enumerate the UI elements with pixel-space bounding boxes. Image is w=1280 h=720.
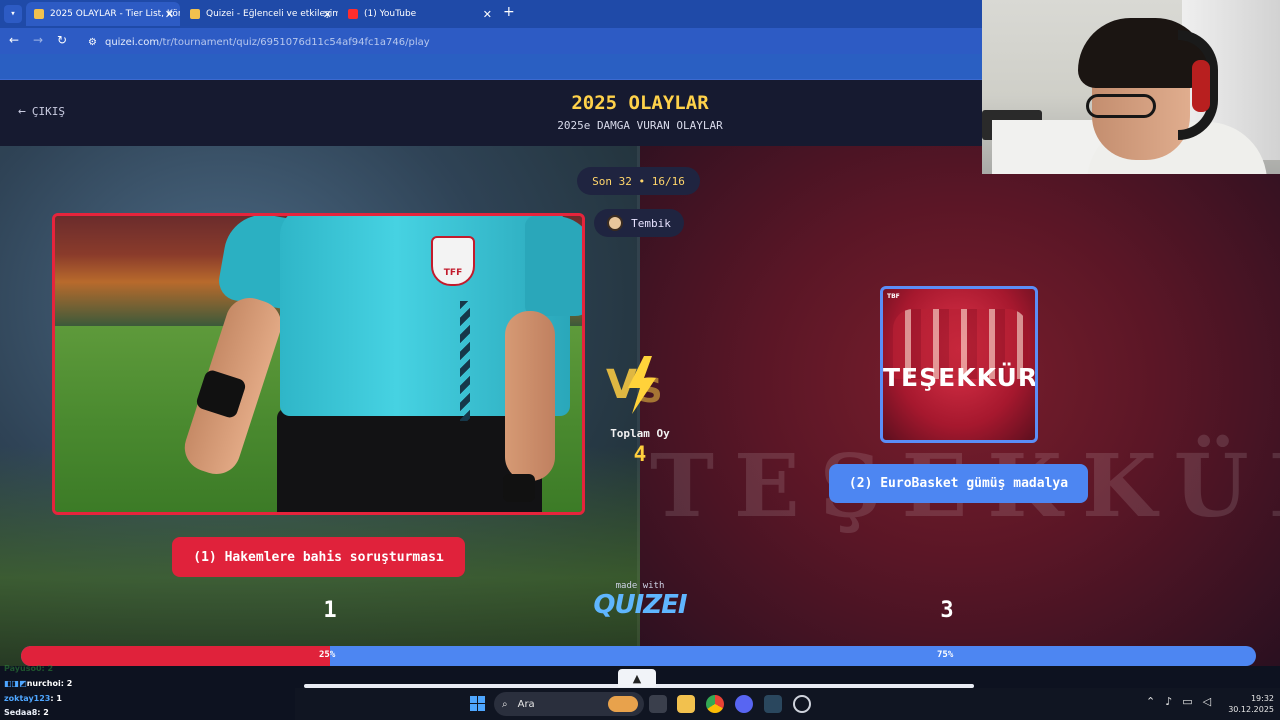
- tab-close-icon[interactable]: ✕: [483, 8, 492, 21]
- option-2-button[interactable]: (2) EuroBasket gümüş madalya: [829, 464, 1088, 503]
- option-2-percent: 75%: [937, 650, 954, 660]
- discord-icon[interactable]: [735, 695, 753, 713]
- vs-lightning-icon: V S: [606, 356, 663, 414]
- chat-line: ◧◨◩nurchoi: 2: [4, 679, 73, 688]
- taskbar-search-placeholder: Ara: [517, 698, 535, 710]
- chat-count: 2: [66, 679, 73, 688]
- option-1-score: 1: [323, 598, 337, 623]
- microphone-icon[interactable]: ♪: [1165, 695, 1172, 708]
- chat-user: nurchoi: [26, 679, 61, 688]
- chat-user: Payuso0: [4, 664, 42, 673]
- tray-chevron-icon[interactable]: ⌃: [1146, 695, 1155, 708]
- option-1-percent: 25%: [319, 650, 336, 660]
- tab-title: 2025 OLAYLAR - Tier List, Kör S: [50, 9, 180, 19]
- tab-quizei[interactable]: Quizei - Eğlenceli ve etkileşimli ✕: [182, 2, 338, 26]
- chat-count: 2: [47, 664, 54, 673]
- tab-close-icon[interactable]: ✕: [323, 8, 332, 21]
- taskbar-clock[interactable]: 19:32 30.12.2025: [1228, 693, 1274, 715]
- tab-title: (1) YouTube: [364, 9, 417, 19]
- chat-count: 1: [56, 694, 62, 703]
- stream-chat-overlay: Payuso0: 2 ◧◨◩nurchoi: 2 zoktay123: 1 Se…: [0, 662, 300, 720]
- poster-headline: TEŞEKKÜRLER: [883, 363, 1038, 392]
- option-2-image[interactable]: TBF TEŞEKKÜRLER: [880, 286, 1038, 443]
- reload-icon[interactable]: ↻: [57, 33, 67, 47]
- url-domain: quizei.com: [104, 36, 160, 48]
- tab-close-icon[interactable]: ✕: [165, 8, 174, 21]
- referee-right-arm: [505, 311, 555, 481]
- shirt-stripe: [460, 301, 470, 421]
- username: Tembik: [631, 216, 671, 230]
- file-explorer-icon[interactable]: [677, 695, 695, 713]
- option-2-score: 3: [940, 598, 954, 623]
- chevron-up-icon[interactable]: ▲: [618, 669, 656, 687]
- avatar: [607, 215, 624, 231]
- wristwatch: [503, 474, 535, 502]
- option-1-image[interactable]: TFF: [52, 213, 585, 515]
- youtube-favicon-icon: [348, 9, 358, 19]
- user-badge: Tembik: [594, 209, 684, 237]
- headset-earcup: [1192, 60, 1210, 112]
- url-field[interactable]: ⚙ quizei.com/tr/tournament/quiz/6951076d…: [84, 32, 974, 52]
- round-indicator-badge: Son 32 • 16/16: [577, 167, 700, 195]
- back-arrow-icon[interactable]: ←: [9, 33, 19, 47]
- glasses: [1086, 94, 1156, 118]
- federation-logo: TBF: [887, 293, 900, 300]
- system-tray: ⌃ ♪ ▭ ◁: [1146, 695, 1211, 708]
- tff-badge: TFF: [431, 236, 475, 286]
- chat-count: 2: [43, 708, 49, 717]
- option-1-button[interactable]: (1) Hakemlere bahis soruşturması: [172, 537, 465, 577]
- chat-line: Sedaa8: 2: [4, 708, 49, 717]
- tab-list-dropdown-button[interactable]: ▾: [4, 5, 22, 23]
- windows-start-icon[interactable]: [470, 696, 485, 711]
- tab-youtube[interactable]: (1) YouTube ✕: [340, 2, 498, 26]
- chat-badge-icon: ◧◨◩: [4, 679, 27, 688]
- clock-date: 30.12.2025: [1228, 705, 1274, 714]
- site-info-icon[interactable]: ⚙: [88, 37, 97, 48]
- app-icon[interactable]: [793, 695, 811, 713]
- network-icon[interactable]: ▭: [1182, 695, 1192, 708]
- tab-2025-olaylar[interactable]: 2025 OLAYLAR - Tier List, Kör S ✕: [26, 2, 180, 26]
- quizei-logo[interactable]: QUIZEI: [580, 590, 700, 620]
- chrome-icon[interactable]: [706, 695, 724, 713]
- total-votes-label: Toplam Oy: [610, 427, 670, 440]
- total-votes-value: 4: [633, 442, 647, 466]
- forward-arrow-icon[interactable]: →: [33, 33, 43, 47]
- chat-line: Payuso0: 2: [4, 664, 54, 673]
- search-icon: ⌕: [502, 698, 508, 710]
- webcam-overlay: [982, 0, 1280, 174]
- tab-title: Quizei - Eğlenceli ve etkileşimli: [206, 9, 338, 19]
- quizei-favicon-icon: [190, 9, 200, 19]
- page-banner-strip: [0, 54, 982, 80]
- steam-icon[interactable]: [764, 695, 782, 713]
- search-highlight-icon: [608, 696, 638, 712]
- windows-taskbar: [295, 688, 1280, 720]
- url-path: /tr/tournament/quiz/6951076d11c54af94fc1…: [159, 36, 430, 48]
- chat-line: zoktay123: 1: [4, 694, 62, 703]
- referee-right-sleeve: [525, 216, 582, 316]
- chat-user: Sedaa8: [4, 708, 38, 717]
- new-tab-button[interactable]: +: [503, 4, 515, 20]
- clock-time: 19:32: [1250, 694, 1274, 703]
- task-view-icon[interactable]: [649, 695, 667, 713]
- taskbar-search-input[interactable]: ⌕ Ara: [494, 692, 644, 716]
- chat-user: zoktay123: [4, 694, 51, 703]
- referee-shorts: [277, 408, 542, 512]
- quizei-favicon-icon: [34, 9, 44, 19]
- volume-icon[interactable]: ◁: [1203, 695, 1211, 708]
